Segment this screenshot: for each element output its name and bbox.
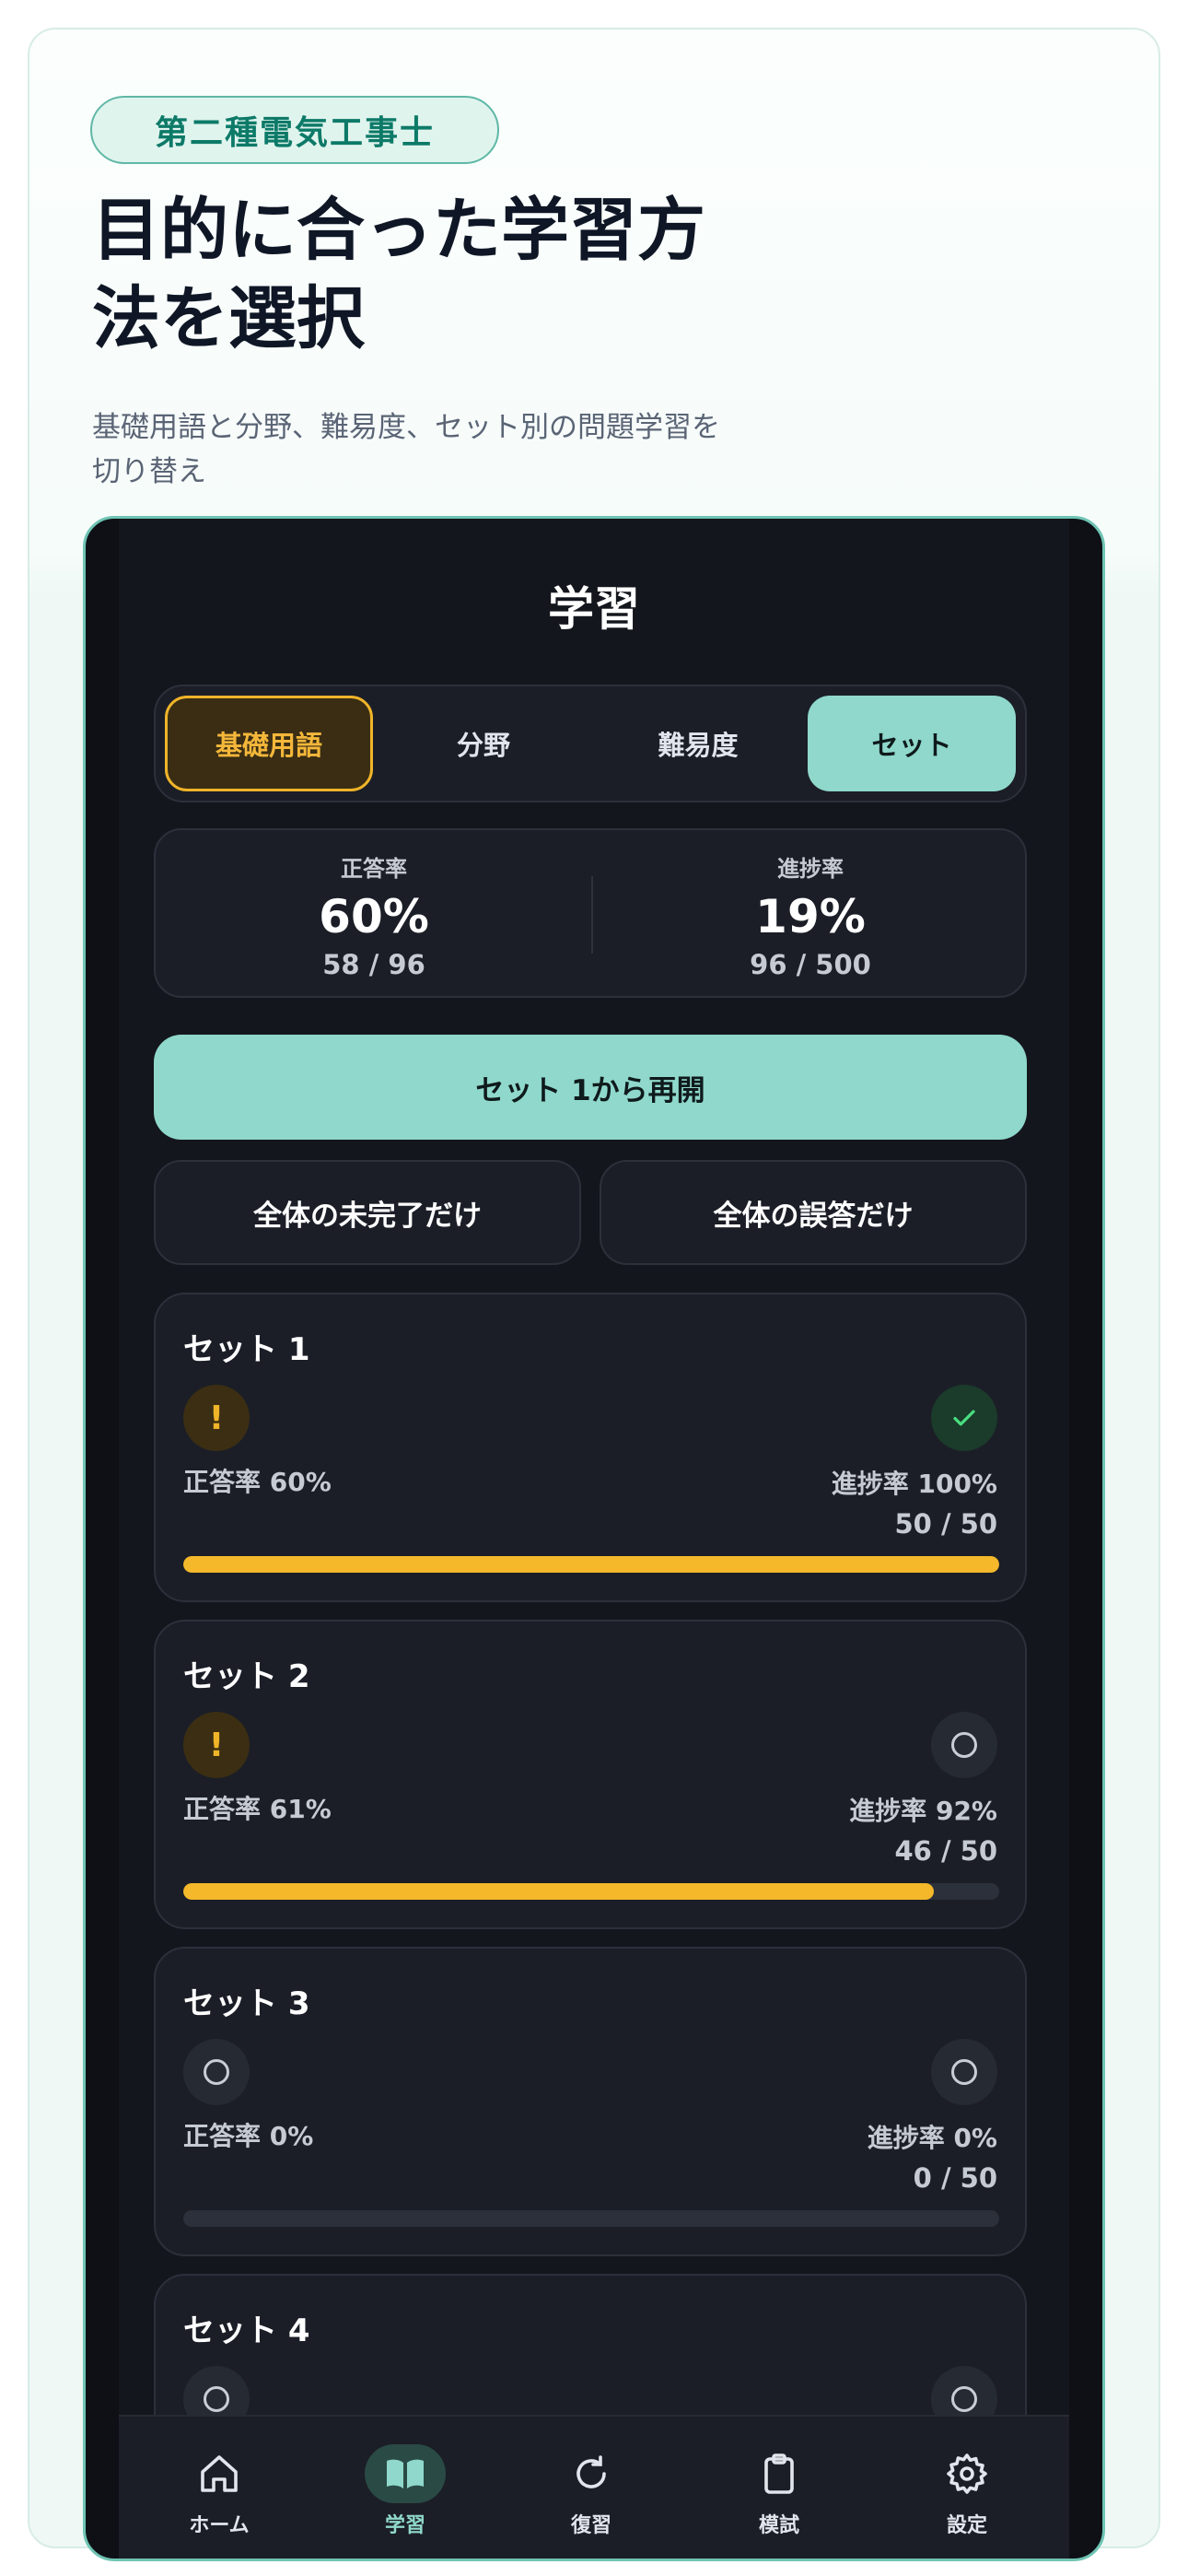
clipboard-icon <box>739 2444 820 2503</box>
book-icon <box>365 2444 446 2503</box>
accuracy-count: 58 / 96 <box>322 949 425 980</box>
progress-label: 進捗率 <box>777 856 844 882</box>
set-title: セット 2 <box>183 1658 310 1695</box>
set-card-2[interactable]: セット 2 ! 正答率 61% 進捗率 92% 46 / 50 <box>154 1620 1027 1929</box>
warning-icon: ! <box>183 1385 250 1451</box>
not-complete-icon <box>931 2039 997 2105</box>
segment-basic-terms[interactable]: 基礎用語 <box>165 696 373 791</box>
accuracy-value: 60% <box>319 890 429 943</box>
bottom-tab-bar: ホーム 学習 復習 模試 設定 <box>119 2415 1069 2558</box>
phone-frame: 学習 基礎用語 分野 難易度 セット 正答率 60% 58 / 96 進捗率 1… <box>83 516 1105 2561</box>
set-title: セット 4 <box>183 2313 310 2349</box>
wrong-only-button[interactable]: 全体の誤答だけ <box>600 1160 1027 1265</box>
screen-title: 学習 <box>548 582 640 636</box>
tab-home[interactable]: ホーム <box>124 2444 314 2555</box>
set-progress-bar <box>183 1556 999 1573</box>
set-progress-bar <box>183 1883 999 1900</box>
refresh-icon <box>551 2444 632 2503</box>
set-title: セット 1 <box>183 1331 310 1368</box>
set-progress: 進捗率 100% <box>831 1469 997 1499</box>
progress-count: 96 / 500 <box>750 949 871 980</box>
mode-segmented-control: 基礎用語 分野 難易度 セット <box>154 685 1027 802</box>
hero-title: 目的に合った学習方法を選択 <box>92 191 705 358</box>
set-accuracy: 正答率 61% <box>183 1794 332 1824</box>
tab-review[interactable]: 復習 <box>496 2444 686 2555</box>
tab-label: 学習 <box>384 2514 425 2537</box>
not-started-icon <box>183 2039 250 2105</box>
gear-icon <box>926 2444 1007 2503</box>
check-icon <box>931 1385 997 1451</box>
set-progress: 進捗率 92% <box>849 1796 997 1826</box>
set-progress: 進捗率 0% <box>867 2123 997 2153</box>
tab-label: ホーム <box>189 2514 250 2537</box>
set-progress-bar <box>183 2210 999 2227</box>
stats-card: 正答率 60% 58 / 96 進捗率 19% 96 / 500 <box>154 828 1027 998</box>
tab-settings[interactable]: 設定 <box>872 2444 1062 2555</box>
hero-subtitle: 基礎用語と分野、難易度、セット別の問題学習を切り替え <box>92 411 720 488</box>
set-count: 46 / 50 <box>894 1835 998 1867</box>
tab-mock-exam[interactable]: 模試 <box>684 2444 874 2555</box>
app-screen: 学習 基礎用語 分野 難易度 セット 正答率 60% 58 / 96 進捗率 1… <box>119 519 1069 2558</box>
warning-icon: ! <box>183 1712 250 1778</box>
segment-difficulty[interactable]: 難易度 <box>594 696 802 791</box>
set-title: セット 3 <box>183 1985 310 2022</box>
set-progress-fill <box>183 1556 999 1573</box>
segment-set[interactable]: セット <box>808 696 1016 791</box>
set-count: 50 / 50 <box>894 1508 998 1540</box>
tab-label: 模試 <box>758 2514 799 2537</box>
resume-button[interactable]: セット 1から再開 <box>154 1035 1027 1140</box>
home-icon <box>179 2444 260 2503</box>
tab-label: 設定 <box>946 2514 987 2537</box>
incomplete-only-button[interactable]: 全体の未完了だけ <box>154 1160 581 1265</box>
category-badge: 第二種電気工事士 <box>90 96 499 164</box>
accuracy-label: 正答率 <box>341 856 407 882</box>
set-card-1[interactable]: セット 1 ! 正答率 60% 進捗率 100% 50 / 50 <box>154 1293 1027 1602</box>
tab-study[interactable]: 学習 <box>310 2444 500 2555</box>
segment-field[interactable]: 分野 <box>379 696 588 791</box>
set-progress-fill <box>183 1883 935 1900</box>
set-count: 0 / 50 <box>913 2162 997 2194</box>
set-accuracy: 正答率 60% <box>183 1467 332 1497</box>
not-complete-icon <box>931 1712 997 1778</box>
tab-label: 復習 <box>570 2514 611 2537</box>
progress-stat: 進捗率 19% 96 / 500 <box>592 850 1029 980</box>
set-card-3[interactable]: セット 3 正答率 0% 進捗率 0% 0 / 50 <box>154 1947 1027 2256</box>
accuracy-stat: 正答率 60% 58 / 96 <box>156 850 592 980</box>
set-accuracy: 正答率 0% <box>183 2121 314 2151</box>
progress-value: 19% <box>755 890 866 943</box>
